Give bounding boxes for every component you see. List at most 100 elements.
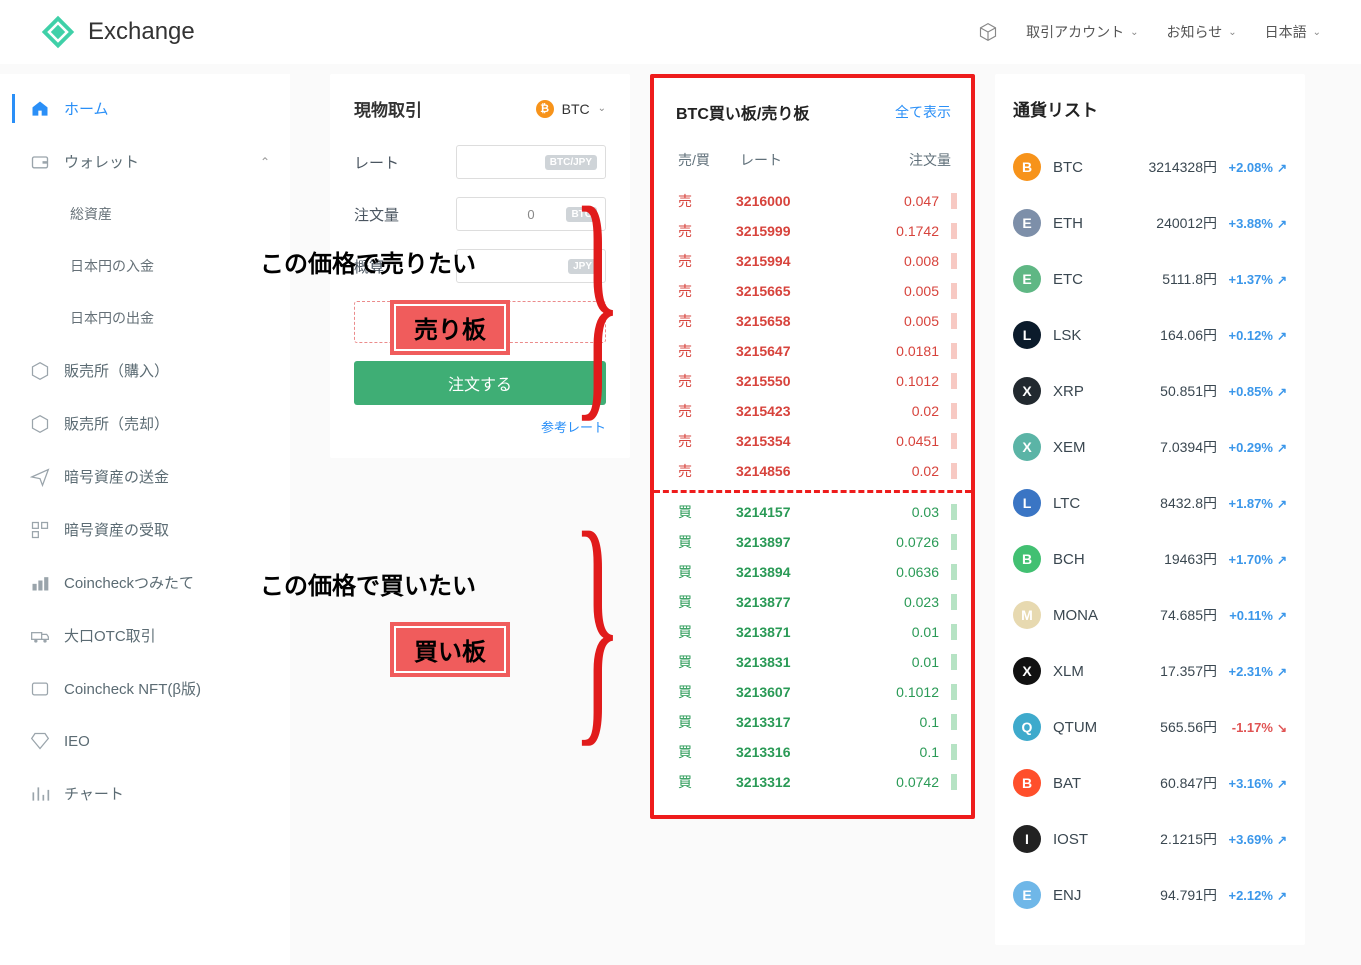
sidebar-item-10[interactable]: 大口OTC取引	[0, 609, 290, 662]
orderbook-row[interactable]: 売32156580.005	[654, 306, 971, 336]
order-button-label: 注文する	[448, 371, 512, 395]
orderbook-row[interactable]: 売32153540.0451	[654, 426, 971, 456]
coin-symbol: LSK	[1053, 327, 1109, 344]
orderbook-row[interactable]: 売32160000.047	[654, 186, 971, 216]
sidebar-item-2[interactable]: 総資産	[0, 188, 290, 240]
ob-side: 売	[678, 191, 736, 211]
chart-icon	[30, 784, 50, 804]
orderbook-row[interactable]: 売32159990.1742	[654, 216, 971, 246]
currency-row-eth[interactable]: EETH240012円+3.88%↗	[1013, 195, 1287, 251]
currency-row-mona[interactable]: MMONA74.685円+0.11%↗	[1013, 587, 1287, 643]
currency-row-lsk[interactable]: LLSK164.06円+0.12%↗	[1013, 307, 1287, 363]
qty-unit: BTC	[566, 207, 597, 222]
menu-news[interactable]: お知らせ ⌄	[1166, 22, 1236, 42]
qty-input[interactable]: 0 BTC	[456, 197, 606, 231]
coin-icon: Q	[1013, 713, 1041, 741]
orderbook-row[interactable]: 売32155500.1012	[654, 366, 971, 396]
ob-depth-bar	[951, 343, 957, 359]
orderbook-row[interactable]: 買32133170.1	[654, 707, 971, 737]
sidebar-item-12[interactable]: IEO	[0, 715, 290, 767]
ob-amount: 0.01	[846, 654, 949, 670]
trend-arrow-icon: ↗	[1277, 385, 1287, 399]
orderbook-row[interactable]: 買32136070.1012	[654, 677, 971, 707]
ob-depth-bar	[951, 504, 957, 520]
orderbook-row[interactable]: 売32148560.02	[654, 456, 971, 486]
orderbook-row[interactable]: 買32138770.023	[654, 587, 971, 617]
sidebar-item-5[interactable]: 販売所（購入）	[0, 344, 290, 397]
approx-input[interactable]: JPY	[456, 249, 606, 283]
cube-icon[interactable]	[978, 22, 998, 42]
currency-row-enj[interactable]: EENJ94.791円+2.12%↗	[1013, 867, 1287, 923]
pair-selector[interactable]: ₿ BTC ⌄	[536, 100, 606, 118]
coin-change: +3.16%↗	[1217, 776, 1287, 791]
reference-rate-link[interactable]: 参考レート	[354, 417, 606, 436]
sidebar-item-label: 総資産	[70, 204, 112, 224]
orderbook-row[interactable]: 売32154230.02	[654, 396, 971, 426]
sidebar-item-13[interactable]: チャート	[0, 767, 290, 820]
menu-account[interactable]: 取引アカウント ⌄	[1026, 22, 1138, 42]
rate-input[interactable]: BTC/JPY	[456, 145, 606, 179]
ob-amount: 0.008	[846, 253, 949, 269]
currency-row-ltc[interactable]: LLTC8432.8円+1.87%↗	[1013, 475, 1287, 531]
currency-row-xem[interactable]: XXEM7.0394円+0.29%↗	[1013, 419, 1287, 475]
orderbook-show-all[interactable]: 全て表示	[895, 102, 951, 122]
coin-price: 74.685円	[1109, 605, 1217, 625]
trend-arrow-icon: ↗	[1277, 833, 1287, 847]
orderbook-row[interactable]: 売32156470.0181	[654, 336, 971, 366]
sidebar-item-label: 販売所（購入）	[64, 360, 169, 381]
ob-amount: 0.1012	[846, 373, 949, 389]
annotation-buy-tag-label: 買い板	[394, 626, 506, 673]
col-rate: レート	[740, 150, 850, 170]
ob-rate: 3214157	[736, 504, 846, 520]
coin-icon: L	[1013, 489, 1041, 517]
ob-amount: 0.0726	[846, 534, 949, 550]
trend-arrow-icon: ↗	[1277, 665, 1287, 679]
sidebar-item-0[interactable]: ホーム	[0, 82, 290, 135]
orderbook-row[interactable]: 買32138940.0636	[654, 557, 971, 587]
menu-account-label: 取引アカウント	[1026, 22, 1124, 42]
currency-row-bat[interactable]: BBAT60.847円+3.16%↗	[1013, 755, 1287, 811]
trend-arrow-icon: ↗	[1277, 609, 1287, 623]
logo[interactable]: Exchange	[40, 14, 195, 50]
ob-rate: 3216000	[736, 193, 846, 209]
sidebar-item-3[interactable]: 日本円の入金	[0, 240, 290, 292]
currency-row-qtum[interactable]: QQTUM565.56円-1.17%↘	[1013, 699, 1287, 755]
coin-icon: E	[1013, 209, 1041, 237]
currency-row-xlm[interactable]: XXLM17.357円+2.31%↗	[1013, 643, 1287, 699]
box-icon	[30, 414, 50, 434]
sidebar-item-1[interactable]: ウォレット⌃	[0, 135, 290, 188]
sidebar-item-7[interactable]: 暗号資産の送金	[0, 450, 290, 503]
sidebar-item-11[interactable]: Coincheck NFT(β版)	[0, 662, 290, 715]
coin-symbol: BAT	[1053, 775, 1109, 792]
sidebar-item-8[interactable]: 暗号資産の受取	[0, 503, 290, 556]
currency-row-bch[interactable]: BBCH19463円+1.70%↗	[1013, 531, 1287, 587]
coin-icon: L	[1013, 321, 1041, 349]
ob-amount: 0.0451	[846, 433, 949, 449]
orderbook-row[interactable]: 売32159940.008	[654, 246, 971, 276]
orderbook-row[interactable]: 買32141570.03	[654, 497, 971, 527]
ob-rate: 3215354	[736, 433, 846, 449]
orderbook-row[interactable]: 買32133160.1	[654, 737, 971, 767]
ob-amount: 0.0742	[846, 774, 949, 790]
ob-amount: 0.1012	[846, 684, 949, 700]
sidebar-item-4[interactable]: 日本円の出金	[0, 292, 290, 344]
orderbook-row[interactable]: 買32138710.01	[654, 617, 971, 647]
currency-row-btc[interactable]: BBTC3214328円+2.08%↗	[1013, 139, 1287, 195]
order-button[interactable]: 注文する	[354, 361, 606, 405]
coin-icon: B	[1013, 769, 1041, 797]
sidebar-item-6[interactable]: 販売所（売却）	[0, 397, 290, 450]
ob-amount: 0.1742	[846, 223, 949, 239]
currency-row-etc[interactable]: EETC5111.8円+1.37%↗	[1013, 251, 1287, 307]
orderbook-row[interactable]: 買32138310.01	[654, 647, 971, 677]
orderbook-row[interactable]: 売32156650.005	[654, 276, 971, 306]
chevron-up-icon: ⌃	[260, 155, 270, 169]
currency-row-xrp[interactable]: XXRP50.851円+0.85%↗	[1013, 363, 1287, 419]
trend-arrow-icon: ↗	[1277, 497, 1287, 511]
orderbook-row[interactable]: 買32138970.0726	[654, 527, 971, 557]
menu-language[interactable]: 日本語 ⌄	[1265, 22, 1321, 42]
ob-depth-bar	[951, 654, 957, 670]
currency-row-iost[interactable]: IIOST2.1215円+3.69%↗	[1013, 811, 1287, 867]
ob-amount: 0.03	[846, 504, 949, 520]
orderbook-row[interactable]: 買32133120.0742	[654, 767, 971, 797]
sidebar-item-9[interactable]: Coincheckつみたて	[0, 556, 290, 609]
